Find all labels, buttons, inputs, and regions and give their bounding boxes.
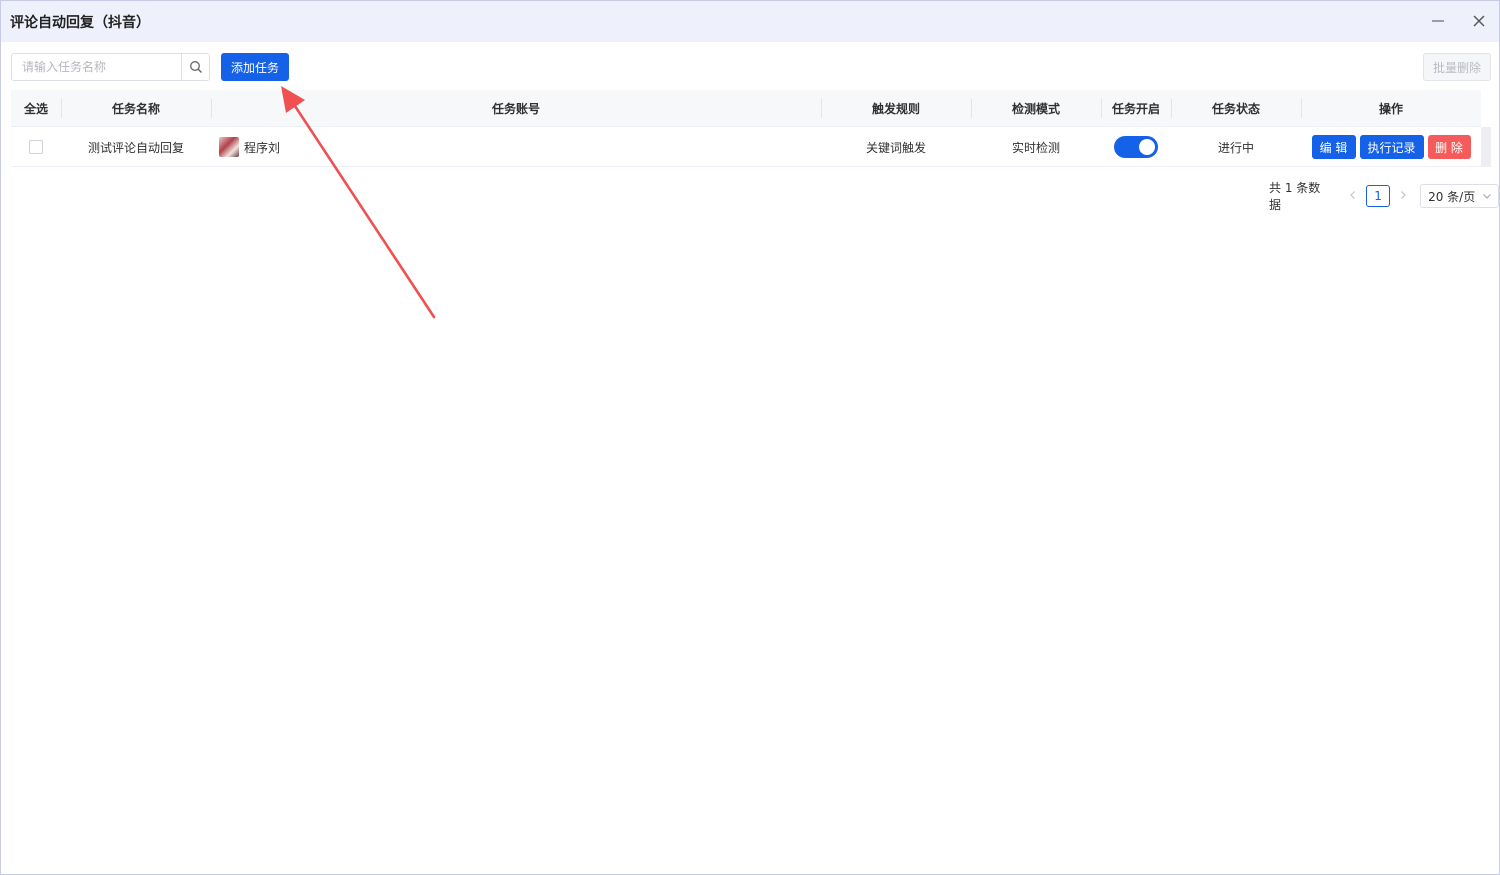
actions-cell: 编 辑 执行记录 删 除 [1301, 127, 1481, 167]
avatar [219, 137, 239, 157]
header-task-name: 任务名称 [61, 90, 211, 127]
account-name: 程序刘 [244, 140, 281, 155]
close-icon [1473, 15, 1485, 27]
toggle-knob [1139, 139, 1155, 155]
task-enabled-cell [1101, 127, 1171, 167]
toolbar: 添加任务 批量删除 [1, 42, 1499, 90]
edit-button[interactable]: 编 辑 [1311, 135, 1356, 159]
next-page-button[interactable] [1394, 189, 1412, 203]
minimize-button[interactable] [1426, 9, 1450, 33]
header-trigger-rule: 触发规则 [821, 90, 971, 127]
task-status-cell: 进行中 [1217, 140, 1254, 155]
task-enabled-toggle[interactable] [1114, 136, 1158, 158]
table-scrollbar[interactable] [1481, 127, 1491, 167]
header-select-all[interactable]: 全选 [11, 90, 61, 127]
add-task-button[interactable]: 添加任务 [221, 53, 289, 81]
prev-page-button[interactable] [1344, 189, 1362, 203]
title-bar: 评论自动回复（抖音） [1, 1, 1499, 42]
chevron-left-icon [1350, 191, 1356, 199]
close-button[interactable] [1467, 9, 1491, 33]
batch-delete-button[interactable]: 批量删除 [1423, 53, 1491, 81]
task-name-cell: 测试评论自动回复 [87, 140, 184, 155]
row-checkbox[interactable] [29, 140, 43, 154]
detect-mode-cell: 实时检测 [1011, 140, 1060, 155]
chevron-down-icon [1483, 194, 1491, 199]
search-input[interactable] [12, 54, 181, 80]
table-header: 全选 任务名称 任务账号 触发规则 检测模式 任务开启 任务状态 操作 [11, 90, 1481, 127]
window-title: 评论自动回复（抖音） [10, 15, 150, 31]
trigger-rule-cell: 关键词触发 [865, 140, 926, 155]
table-row: 测试评论自动回复 程序刘 关键词触发 实时检测 进行中 编 辑 执行记录 删 除 [11, 127, 1481, 167]
page-number-current[interactable]: 1 [1366, 185, 1391, 207]
header-task-account: 任务账号 [211, 90, 821, 127]
header-detect-mode: 检测模式 [971, 90, 1101, 127]
execution-log-button[interactable]: 执行记录 [1359, 135, 1424, 159]
page-size-value: 20 条/页 [1428, 189, 1476, 204]
task-account-cell: 程序刘 [211, 127, 821, 167]
search-icon [189, 61, 202, 73]
header-actions: 操作 [1301, 90, 1481, 127]
search-box [11, 53, 210, 81]
minimize-icon [1432, 20, 1444, 22]
total-count: 共 1 条数据 [1269, 181, 1321, 212]
delete-button[interactable]: 删 除 [1427, 135, 1471, 159]
row-select-cell [11, 127, 61, 167]
pagination: 共 1 条数据 1 20 条/页 [1269, 181, 1499, 212]
header-task-status: 任务状态 [1171, 90, 1301, 127]
page-size-select[interactable]: 20 条/页 [1420, 184, 1499, 208]
header-task-enabled: 任务开启 [1101, 90, 1171, 127]
chevron-right-icon [1401, 191, 1406, 199]
search-button[interactable] [181, 54, 209, 80]
app-window: 评论自动回复（抖音） 添加任务 批量删除 全选 [0, 0, 1500, 875]
